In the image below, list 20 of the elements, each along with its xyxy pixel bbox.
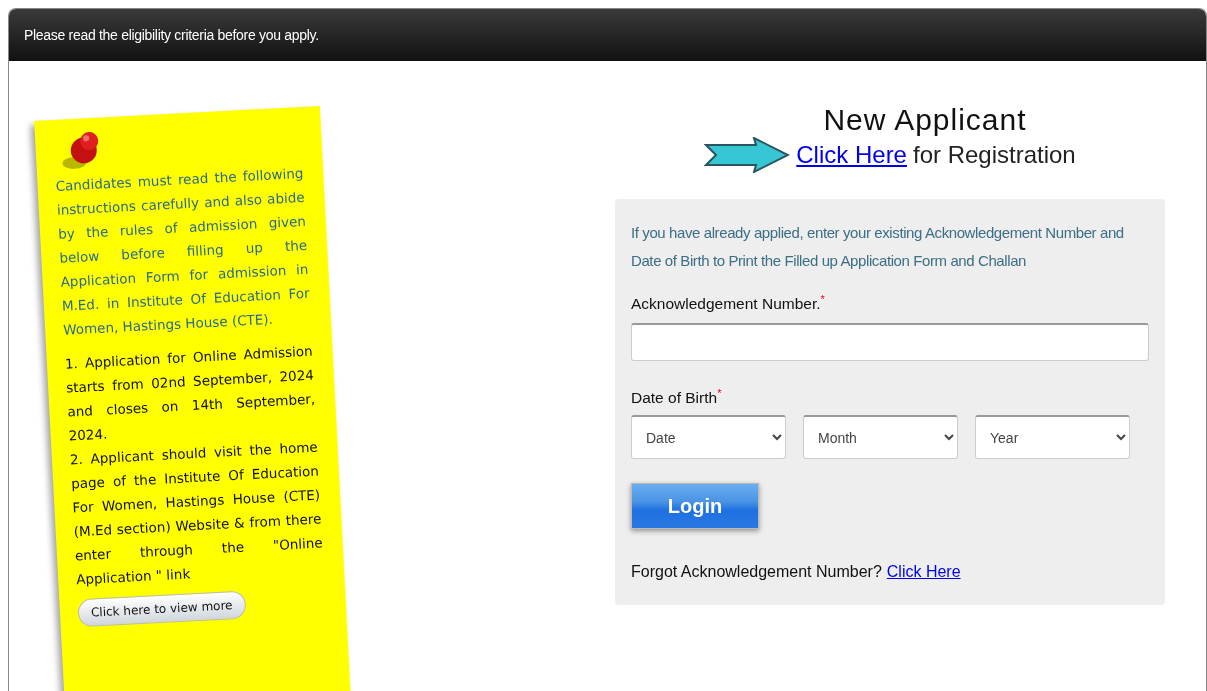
- instruction-text: 1. Application for Online Admission starts from 02nd September, 2024 and closes on 14th September, 2024.: [64, 341, 316, 444]
- required-mark: *: [820, 293, 825, 305]
- date-dropdown[interactable]: Month: [803, 415, 958, 460]
- login-instructions: If you have already applied, enter your existing Acknowledgement Number and Date of Birth to Print the Filled up Application Form and Challan: [631, 223, 1125, 271]
- eligibility-notice: Please read the eligibility criteria before you apply.: [24, 27, 319, 43]
- arrow-icon: [704, 137, 791, 173]
- registration-link[interactable]: Click Here: [796, 141, 907, 169]
- date-dropdown[interactable]: Date: [631, 415, 786, 460]
- field-label: Acknowledgement Number.: [631, 295, 821, 313]
- required-mark: *: [717, 387, 722, 400]
- view-more-button[interactable]: Click here to view more: [77, 590, 247, 628]
- forgot-text: Forgot Acknowledgement Number?: [631, 563, 882, 582]
- note-intro: Candidates must read the following instructions carefully and also abide by the rules of admission given below before filling up the Application Form for admission in M.Ed. in Institute Of Education For Women, Hastings House (CTE).: [55, 163, 311, 340]
- new-applicant-title: New Applicant: [823, 103, 1027, 137]
- forgot-link[interactable]: Click Here: [886, 563, 961, 582]
- acknowledgement-number-field[interactable]: [631, 323, 1149, 362]
- date-dropdown[interactable]: Year: [975, 415, 1130, 460]
- field-label: Date of Birth: [631, 389, 718, 407]
- registration-text: for Registration: [912, 141, 1076, 169]
- login-button[interactable]: Login: [631, 483, 759, 530]
